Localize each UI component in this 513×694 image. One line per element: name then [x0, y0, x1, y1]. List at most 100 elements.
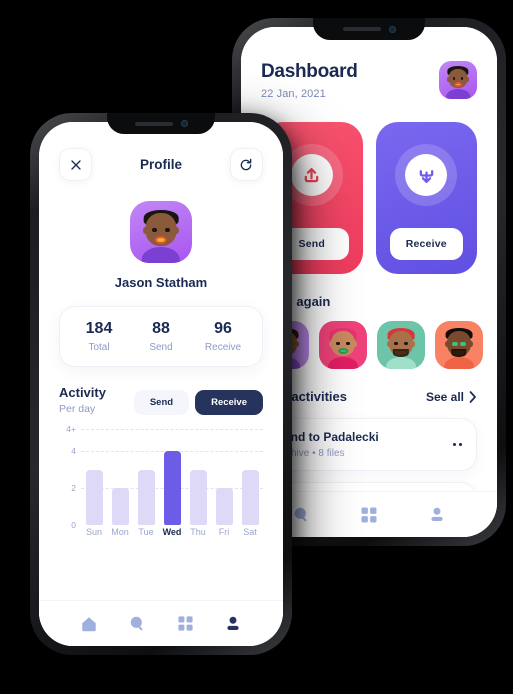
- chart-bar[interactable]: [215, 488, 233, 525]
- stat-label: Receive: [204, 342, 242, 353]
- refresh-button[interactable]: [229, 148, 263, 181]
- activity-header: Activity Per day Send Receive: [59, 385, 263, 415]
- chart-x-tick: Mon: [111, 527, 129, 537]
- avatar-body: [446, 89, 470, 99]
- send-again-title: Send again: [261, 294, 331, 309]
- front-camera: [180, 120, 188, 127]
- profile-phone: Profile Jason Statham 184 Total 88 Send …: [30, 113, 292, 655]
- contact-avatar-2[interactable]: [319, 321, 367, 369]
- chart-bar[interactable]: [85, 469, 103, 525]
- stat-receive: 96 Receive: [192, 320, 254, 353]
- search-icon[interactable]: [128, 614, 147, 633]
- chart-bar-column[interactable]: [185, 429, 211, 525]
- chart-bar-column[interactable]: [107, 429, 133, 525]
- avatar-face: [130, 201, 192, 263]
- chart-bar[interactable]: [163, 451, 181, 525]
- upload-icon: [304, 167, 319, 182]
- chart-bar-column[interactable]: [81, 429, 107, 525]
- user-avatar[interactable]: [439, 61, 477, 99]
- activity-toggle: Send Receive: [133, 390, 263, 415]
- dashboard-date: 22 Jan, 2021: [261, 88, 326, 100]
- chart-bar-column[interactable]: [211, 429, 237, 525]
- toggle-send[interactable]: Send: [133, 390, 190, 415]
- contact-avatar-3[interactable]: [377, 321, 425, 369]
- front-camera: [388, 25, 396, 33]
- chart-y-tick: 0: [71, 520, 76, 530]
- chart-bar-column[interactable]: [133, 429, 159, 525]
- chart-bar-column[interactable]: [159, 429, 185, 525]
- receive-icon-ring: [395, 144, 458, 206]
- chart-x-tick: Sat: [243, 527, 257, 537]
- chart-y-tick: 4: [71, 446, 76, 457]
- grid-icon[interactable]: [177, 615, 194, 632]
- receive-button[interactable]: Receive: [389, 228, 463, 260]
- chart-plot-area: [81, 429, 263, 525]
- chevron-right-icon: [469, 390, 476, 403]
- profile-tabbar: [39, 600, 283, 646]
- receive-icon-bubble: [405, 154, 448, 196]
- grid-icon[interactable]: [360, 506, 378, 524]
- stat-label: Send: [149, 342, 173, 353]
- send-icon-bubble: [290, 154, 333, 196]
- chart-y-tick: 2: [71, 483, 76, 494]
- avatar-eye-left: [152, 227, 157, 232]
- toggle-receive[interactable]: Receive: [195, 390, 263, 415]
- dashboard-header: Dashboard 22 Jan, 2021: [261, 61, 477, 100]
- stat-value: 184: [85, 320, 113, 337]
- activities-header: Last activities See all: [261, 389, 477, 404]
- earpiece-speaker: [342, 27, 381, 31]
- avatar-pacifier: [454, 82, 462, 88]
- profile-screen: Profile Jason Statham 184 Total 88 Send …: [39, 122, 283, 646]
- see-all-label: See all: [425, 389, 464, 404]
- stats-panel: 184 Total 88 Send 96 Receive: [59, 306, 263, 367]
- list-item[interactable]: Send to Padalecki Archive • 8 files: [261, 418, 477, 471]
- profile-name: Jason Statham: [114, 275, 208, 290]
- see-all-link[interactable]: See all: [426, 390, 477, 404]
- chart-x-tick: Sun: [85, 527, 102, 537]
- close-button[interactable]: [59, 148, 92, 181]
- chart-bar-column[interactable]: [237, 429, 263, 525]
- chart-x-tick: Fri: [218, 527, 230, 537]
- person-icon[interactable]: [224, 615, 242, 633]
- chart-bar[interactable]: [241, 469, 259, 525]
- avatar-body: [141, 246, 181, 263]
- chart-y-axis: 0 2 4 4+: [59, 424, 79, 530]
- profile-avatar[interactable]: [130, 201, 192, 263]
- chart-x-tick: Thu: [190, 527, 206, 537]
- chart-y-tick: 4+: [66, 424, 76, 434]
- refresh-icon: [241, 158, 252, 170]
- home-icon[interactable]: [80, 615, 98, 633]
- person-icon[interactable]: [428, 506, 446, 524]
- avatar-eye-right: [165, 227, 170, 232]
- page-title: Profile: [139, 157, 182, 172]
- chart-bar[interactable]: [189, 469, 207, 525]
- chart-bar[interactable]: [111, 488, 129, 525]
- stat-total: 184 Total: [68, 320, 130, 353]
- stat-label: Total: [88, 342, 110, 353]
- chart-x-axis: Sun Mon Tue Wed Thu Fri Sat: [81, 527, 263, 547]
- phone-notch: [313, 18, 425, 40]
- phone-notch: [107, 113, 215, 134]
- more-horizontal-icon[interactable]: [453, 443, 462, 446]
- send-again-contacts: [261, 321, 483, 369]
- chart-x-tick: Wed: [162, 527, 182, 537]
- stat-value: 88: [152, 320, 170, 337]
- profile-header: Profile: [59, 148, 263, 181]
- activity-title: Activity: [59, 385, 106, 400]
- chart-x-tick: Tue: [138, 527, 154, 537]
- earpiece-speaker: [134, 121, 173, 126]
- avatar-face: [439, 61, 477, 99]
- action-cards: Send Receive: [261, 122, 477, 274]
- activity-bar-chart: 0 2 4 4+ Sun Mon Tue Wed Thu Fri Sat: [59, 424, 263, 547]
- stat-send: 88 Send: [130, 320, 192, 353]
- download-icon: [419, 169, 434, 183]
- activity-subtitle: Per day: [59, 403, 96, 415]
- contact-avatar-4[interactable]: [435, 321, 483, 369]
- search-icon[interactable]: [292, 505, 311, 524]
- page-title: Dashboard: [261, 61, 358, 82]
- stat-value: 96: [214, 320, 232, 337]
- close-icon: [70, 159, 81, 170]
- chart-bar[interactable]: [137, 469, 155, 525]
- chart-bars: [81, 429, 263, 525]
- receive-card[interactable]: Receive: [375, 122, 477, 274]
